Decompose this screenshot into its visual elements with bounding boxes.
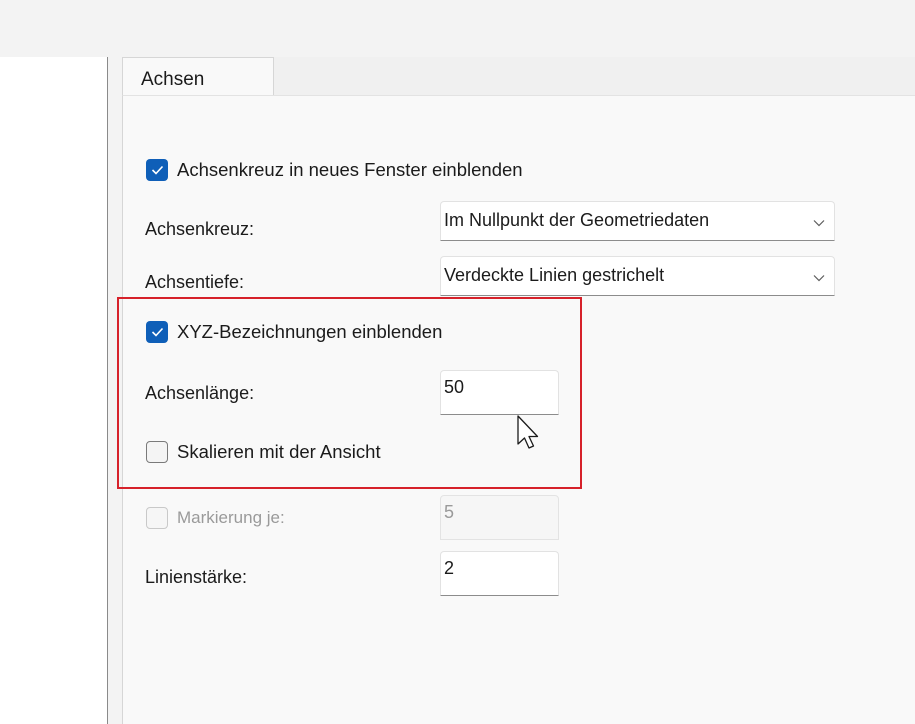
show-axis-cross-checkbox[interactable]: Achsenkreuz in neues Fenster einblenden bbox=[146, 159, 523, 181]
axis-depth-dropdown[interactable]: Verdeckte Linien gestrichelt bbox=[440, 256, 835, 296]
mouse-pointer-icon bbox=[516, 414, 542, 461]
axis-length-value: 50 bbox=[444, 377, 465, 397]
axis-depth-label: Achsentiefe: bbox=[145, 272, 245, 292]
axis-length-input[interactable]: 50 bbox=[440, 370, 559, 415]
axis-cross-dropdown[interactable]: Im Nullpunkt der Geometriedaten bbox=[440, 201, 835, 241]
axis-depth-value: Verdeckte Linien gestrichelt bbox=[444, 265, 665, 285]
tab-achsen[interactable]: Achsen bbox=[122, 57, 274, 96]
scale-with-view-label: Skalieren mit der Ansicht bbox=[177, 441, 381, 462]
marking-checkbox[interactable]: Markierung je: bbox=[146, 507, 285, 529]
checkbox-box bbox=[146, 441, 168, 463]
axis-cross-label: Achsenkreuz: bbox=[145, 219, 255, 239]
show-xyz-labels-label: XYZ-Bezeichnungen einblenden bbox=[177, 321, 443, 342]
axis-length-label: Achsenlänge: bbox=[145, 383, 255, 403]
show-axis-cross-label: Achsenkreuz in neues Fenster einblenden bbox=[177, 159, 523, 180]
scale-with-view-checkbox[interactable]: Skalieren mit der Ansicht bbox=[146, 441, 381, 463]
check-icon bbox=[146, 159, 168, 181]
axis-cross-value: Im Nullpunkt der Geometriedaten bbox=[444, 210, 710, 230]
line-width-label: Linienstärke: bbox=[145, 567, 248, 587]
line-width-value: 2 bbox=[444, 558, 455, 578]
tab-label: Achsen bbox=[141, 69, 205, 90]
checkbox-box bbox=[146, 507, 168, 529]
marking-input[interactable]: 5 bbox=[440, 495, 559, 540]
left-navigation-panel bbox=[0, 57, 108, 724]
chevron-down-icon bbox=[813, 214, 825, 232]
marking-label: Markierung je: bbox=[177, 508, 285, 527]
check-icon bbox=[146, 321, 168, 343]
window-top-strip bbox=[0, 0, 915, 57]
marking-value: 5 bbox=[444, 502, 455, 522]
chevron-down-icon bbox=[813, 269, 825, 287]
line-width-input[interactable]: 2 bbox=[440, 551, 559, 596]
show-xyz-labels-checkbox[interactable]: XYZ-Bezeichnungen einblenden bbox=[146, 321, 442, 343]
